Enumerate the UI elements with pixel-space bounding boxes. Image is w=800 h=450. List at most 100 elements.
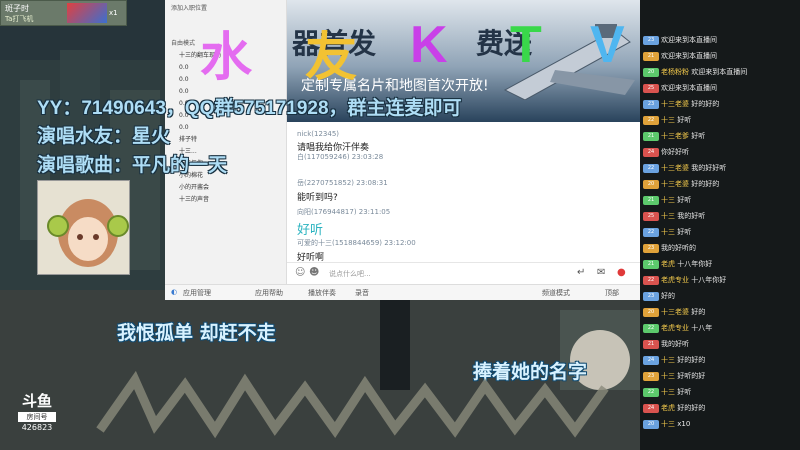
danmaku-text: 十八年 bbox=[691, 324, 713, 332]
danmaku-text: 好的好的 bbox=[677, 356, 706, 364]
danmaku-row: 23 十三老婆 好的好的 bbox=[643, 98, 800, 111]
level-badge: 20 bbox=[643, 179, 659, 189]
singer-avatar bbox=[37, 180, 130, 275]
channel-item[interactable]: 0.0 bbox=[165, 122, 286, 134]
danmaku-row: 21 欢迎来到本直播间 bbox=[643, 50, 800, 63]
sidebar-title: 添加入职位置 bbox=[171, 5, 208, 12]
level-badge: 24 bbox=[643, 147, 659, 157]
danmaku-user[interactable]: 十三 bbox=[661, 212, 675, 220]
yy-contact-line: YY：71490643，QQ群575171928，群主连麦即可 bbox=[37, 98, 462, 119]
danmaku-user[interactable]: 十三老婆 bbox=[661, 164, 689, 172]
level-badge: 23 bbox=[643, 243, 659, 253]
danmaku-text: 好听的好 bbox=[677, 372, 706, 380]
danmaku-row: 25 十三 我的好听 bbox=[643, 210, 800, 223]
danmaku-user[interactable]: 十三老爹 bbox=[661, 132, 689, 140]
danmaku-text: 好的 bbox=[691, 308, 706, 316]
channel-item[interactable]: 排子特 bbox=[165, 134, 286, 146]
danmaku-row: 23 欢迎来到本直播间 bbox=[643, 34, 800, 47]
danmaku-row: 24 十三 好的好的 bbox=[643, 354, 800, 367]
level-badge: 20 bbox=[643, 67, 659, 77]
danmaku-row: 22 十三 好听 bbox=[643, 226, 800, 239]
danmaku-row: 22 十三 好听 bbox=[643, 386, 800, 399]
room-number: 426823 bbox=[21, 423, 53, 432]
danmaku-row: 20 十三老婆 好的 bbox=[643, 306, 800, 319]
danmaku-text: 十八年你好 bbox=[691, 276, 727, 284]
ktv-letter: V bbox=[590, 16, 625, 74]
danmaku-text: 好的好的 bbox=[677, 404, 706, 412]
singer-line: 演唱水友：星火 bbox=[37, 126, 171, 147]
level-badge: 22 bbox=[643, 275, 659, 285]
level-badge: 23 bbox=[643, 99, 659, 109]
channel-item[interactable]: 十三的声音 bbox=[165, 194, 286, 206]
danmaku-row: 24 老虎 好的好的 bbox=[643, 402, 800, 415]
danmaku-text: 我的好听 bbox=[677, 212, 706, 220]
level-badge: 21 bbox=[643, 195, 659, 205]
danmaku-user[interactable]: 十三老婆 bbox=[661, 100, 689, 108]
danmaku-row: 23 十三 好听的好 bbox=[643, 370, 800, 383]
song-line: 演唱歌曲：平凡的一天 bbox=[37, 155, 228, 176]
danmaku-user[interactable]: 十三 bbox=[661, 356, 675, 364]
danmaku-user[interactable]: 老杨粉粉 bbox=[661, 68, 689, 76]
danmaku-user[interactable]: 十三老婆 bbox=[661, 180, 689, 188]
gift-image bbox=[67, 3, 107, 23]
danmaku-row: 22 老虎专业 十八年你好 bbox=[643, 274, 800, 287]
danmaku-user[interactable]: 老虎专业 bbox=[661, 324, 689, 332]
danmaku-text: 欢迎来到本直播间 bbox=[661, 36, 717, 44]
channel-item[interactable]: 小的开酱会 bbox=[165, 182, 286, 194]
level-badge: 20 bbox=[643, 307, 659, 317]
danmaku-row: 20 十三老婆 好的好的 bbox=[643, 178, 800, 191]
danmaku-text: x10 bbox=[677, 420, 691, 428]
level-badge: 23 bbox=[643, 35, 659, 45]
danmaku-row: 23 好的 bbox=[643, 290, 800, 303]
lyric-line-1: 我恨孤单 却赶不走 bbox=[117, 322, 276, 344]
danmaku-text: 欢迎来到本直播间 bbox=[691, 68, 748, 76]
danmaku-user[interactable]: 十三 bbox=[661, 116, 675, 124]
ktv-letter: 水 bbox=[200, 29, 253, 87]
danmaku-row: 20 老杨粉粉 欢迎来到本直播间 bbox=[643, 66, 800, 79]
danmaku-row: 22 十三老婆 我的好好听 bbox=[643, 162, 800, 175]
level-badge: 23 bbox=[643, 291, 659, 301]
danmaku-row: 24 你好好听 bbox=[643, 146, 800, 159]
danmaku-text: 好的好的 bbox=[691, 100, 720, 108]
douyu-logo: 斗鱼 房间号 426823 bbox=[14, 390, 60, 440]
room-label: 房间号 bbox=[18, 412, 56, 422]
ktv-letter: K bbox=[410, 16, 448, 74]
danmaku-row: 21 十三老爹 好听 bbox=[643, 130, 800, 143]
level-badge: 21 bbox=[643, 131, 659, 141]
danmaku-text: 好的好的 bbox=[691, 180, 720, 188]
danmaku-row: 22 老虎专业 十八年 bbox=[643, 322, 800, 335]
danmaku-text: 欢迎来到本直播间 bbox=[661, 84, 717, 92]
gift-banner: 斑子时 Ta打飞机 x1 bbox=[0, 0, 127, 26]
danmaku-user[interactable]: 老虎 bbox=[661, 260, 675, 268]
danmaku-text: 我的好好听 bbox=[691, 164, 727, 172]
ktv-letter: T bbox=[510, 16, 542, 74]
stream-frame: 斑子时 Ta打飞机 x1 添加入职位置 自由模式 十三的翻车现场 0.0 0.0 0.… bbox=[0, 0, 800, 450]
danmaku-user[interactable]: 老虎 bbox=[661, 404, 675, 412]
danmaku-text: 好的 bbox=[661, 292, 675, 300]
danmaku-user[interactable]: 十三 bbox=[661, 372, 675, 380]
danmaku-row: 21 我的好听 bbox=[643, 338, 800, 351]
level-badge: 22 bbox=[643, 163, 659, 173]
anime-girl-image bbox=[38, 181, 129, 274]
danmaku-user[interactable]: 十三 bbox=[661, 228, 675, 236]
danmaku-text: 我的好听 bbox=[661, 340, 689, 348]
danmaku-text: 好听 bbox=[677, 388, 692, 396]
level-badge: 25 bbox=[643, 211, 659, 221]
danmaku-row: 23 我的好听的 bbox=[643, 242, 800, 255]
danmaku-user[interactable]: 十三 bbox=[661, 196, 675, 204]
danmaku-user[interactable]: 十三 bbox=[661, 420, 675, 428]
graffiti-decoration bbox=[96, 370, 609, 439]
danmaku-row: 25 欢迎来到本直播间 bbox=[643, 82, 800, 95]
gift-user-sub: Ta打飞机 bbox=[5, 15, 34, 23]
level-badge: 22 bbox=[643, 227, 659, 237]
danmaku-text: 我的好听的 bbox=[661, 244, 696, 252]
danmaku-user[interactable]: 十三 bbox=[661, 388, 675, 396]
level-badge: 20 bbox=[643, 419, 659, 429]
level-badge: 22 bbox=[643, 387, 659, 397]
danmaku-text: 好听 bbox=[691, 132, 706, 140]
danmaku-row: 21 老虎 十八年你好 bbox=[643, 258, 800, 271]
danmaku-user[interactable]: 十三老婆 bbox=[661, 308, 689, 316]
douyu-logo-text: 斗鱼 bbox=[21, 393, 52, 410]
gift-count: x1 bbox=[109, 9, 118, 17]
danmaku-user[interactable]: 老虎专业 bbox=[661, 276, 689, 284]
